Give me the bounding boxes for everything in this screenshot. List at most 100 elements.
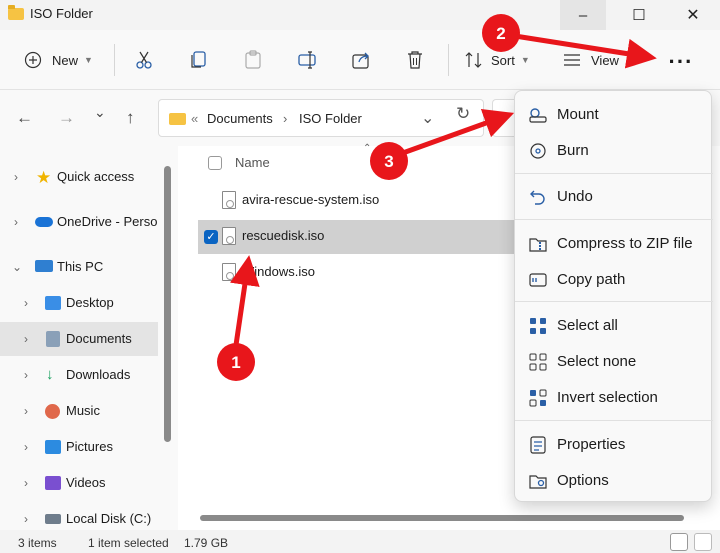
file-row-selected[interactable]: ✓ rescuedisk.iso <box>198 220 538 254</box>
sort-icon <box>465 52 482 68</box>
selection-count: 1 item selected <box>88 536 169 550</box>
refresh-icon[interactable]: ↻ <box>456 104 470 124</box>
sort-button[interactable]: Sort ▼ <box>464 49 530 71</box>
sidebar-item-desktop[interactable]: › Desktop <box>0 286 158 320</box>
sidebar-item-downloads[interactable]: › ↓ Downloads <box>0 358 158 392</box>
menu-item-select-all[interactable]: Select all <box>519 308 709 342</box>
rename-button[interactable] <box>298 49 318 71</box>
menu-item-label: Options <box>557 472 609 489</box>
menu-item-mount[interactable]: Mount <box>519 97 709 131</box>
horizontal-scrollbar[interactable] <box>200 515 684 521</box>
share-icon <box>352 52 369 69</box>
search-box[interactable] <box>492 99 514 137</box>
view-label: View <box>591 52 619 68</box>
invert-selection-icon <box>529 389 547 407</box>
menu-item-undo[interactable]: Undo <box>519 179 709 213</box>
expand-arrow-icon[interactable]: › <box>24 476 28 490</box>
sidebar-item-quick-access[interactable]: › ★ Quick access <box>0 160 158 194</box>
minimize-button[interactable]: – <box>560 0 606 30</box>
chevron-down-icon: ▼ <box>624 55 634 65</box>
expand-arrow-icon[interactable]: › <box>24 404 28 418</box>
breadcrumb-iso-folder[interactable]: ISO Folder <box>299 111 362 126</box>
sidebar-item-label: Quick access <box>57 169 135 184</box>
menu-item-options[interactable]: Options <box>519 463 709 497</box>
column-header-name[interactable]: Name <box>235 155 270 170</box>
new-button[interactable]: New ▼ <box>24 49 93 71</box>
expand-arrow-icon[interactable]: › <box>24 512 28 526</box>
disc-image-file-icon <box>222 263 236 281</box>
up-arrow-icon[interactable]: ↑ <box>126 108 135 128</box>
menu-item-select-none[interactable]: Select none <box>519 344 709 378</box>
disc-image-file-icon <box>222 227 236 245</box>
selection-size: 1.79 GB <box>184 536 229 550</box>
menu-item-invert-selection[interactable]: Invert selection <box>519 380 709 414</box>
maximize-button[interactable]: ☐ <box>616 0 662 30</box>
chevron-down-icon: ▼ <box>520 55 530 65</box>
tiles-view-button[interactable] <box>694 533 712 551</box>
address-dropdown-icon[interactable]: ⌄ <box>421 108 434 128</box>
copy-button[interactable] <box>190 49 208 71</box>
expand-arrow-icon[interactable]: › <box>24 296 28 310</box>
menu-item-burn[interactable]: Burn <box>519 133 709 167</box>
sidebar-item-label: OneDrive - Perso <box>57 214 158 229</box>
sidebar-item-this-pc[interactable]: ⌄ This PC <box>0 250 158 284</box>
sidebar-item-label: Documents <box>66 331 132 346</box>
sidebar-item-label: Videos <box>66 475 106 490</box>
sidebar-item-music[interactable]: › Music <box>0 394 158 428</box>
forward-arrow-icon[interactable]: → <box>58 108 75 128</box>
select-none-icon <box>529 353 547 371</box>
expand-arrow-icon[interactable]: › <box>14 215 18 229</box>
sidebar-scrollbar[interactable] <box>164 166 171 442</box>
mount-disc-icon <box>529 106 547 124</box>
sidebar-item-documents[interactable]: › Documents <box>0 322 158 356</box>
menu-divider <box>515 301 713 302</box>
paste-button[interactable] <box>244 49 262 71</box>
collapse-arrow-icon[interactable]: ⌄ <box>12 260 22 274</box>
sidebar-item-label: This PC <box>57 259 104 274</box>
disc-image-file-icon <box>222 191 236 209</box>
window-title: ISO Folder <box>30 6 93 21</box>
scissors-icon <box>136 51 152 69</box>
navigation-pane: › ★ Quick access › OneDrive - Perso ⌄ Th… <box>0 146 178 530</box>
cut-button[interactable] <box>134 49 154 71</box>
sidebar-item-local-disk[interactable]: › Local Disk (C:) <box>0 502 158 530</box>
menu-item-compress-zip[interactable]: Compress to ZIP file <box>519 226 709 260</box>
sidebar-item-pictures[interactable]: › Pictures <box>0 430 158 464</box>
share-button[interactable] <box>352 49 372 71</box>
file-row[interactable]: Windows.iso <box>198 256 538 290</box>
expand-arrow-icon[interactable]: › <box>14 170 18 184</box>
menu-item-label: Burn <box>557 142 589 159</box>
breadcrumb-documents[interactable]: Documents <box>207 111 273 126</box>
new-label: New <box>52 52 79 68</box>
address-bar[interactable]: « Documents › ISO Folder ⌄ <box>158 99 484 137</box>
documents-icon <box>46 331 60 347</box>
address-overflow[interactable]: « <box>191 111 198 126</box>
details-view-button[interactable] <box>670 533 688 551</box>
view-button[interactable]: View ▼ <box>562 49 634 71</box>
see-more-button[interactable]: ··· <box>662 48 700 76</box>
sidebar-item-videos[interactable]: › Videos <box>0 466 158 500</box>
file-row[interactable]: avira-rescue-system.iso <box>198 184 538 218</box>
copy-path-icon <box>529 271 547 289</box>
select-all-checkbox[interactable] <box>208 156 222 170</box>
expand-arrow-icon[interactable]: › <box>24 440 28 454</box>
menu-item-properties[interactable]: Properties <box>519 427 709 461</box>
pictures-icon <box>45 440 61 454</box>
delete-button[interactable] <box>406 49 424 71</box>
row-checkbox-checked[interactable]: ✓ <box>204 230 218 244</box>
menu-item-label: Properties <box>557 436 626 453</box>
status-bar: 3 items 1 item selected 1.79 GB <box>0 530 720 553</box>
folder-icon <box>8 5 24 20</box>
close-button[interactable]: ✕ <box>670 0 716 30</box>
cloud-icon <box>35 217 53 227</box>
title-bar: ISO Folder – ☐ ✕ <box>0 0 720 30</box>
expand-arrow-icon[interactable]: › <box>24 368 28 382</box>
expand-arrow-icon[interactable]: › <box>24 332 28 346</box>
menu-item-copy-path[interactable]: Copy path <box>519 262 709 296</box>
sidebar-item-onedrive[interactable]: › OneDrive - Perso <box>0 205 158 239</box>
sort-label: Sort <box>491 52 515 68</box>
recent-locations-icon[interactable]: ⌄ <box>94 104 106 121</box>
divider <box>448 44 449 76</box>
menu-item-label: Select none <box>557 353 637 370</box>
back-arrow-icon[interactable]: ← <box>16 108 33 128</box>
